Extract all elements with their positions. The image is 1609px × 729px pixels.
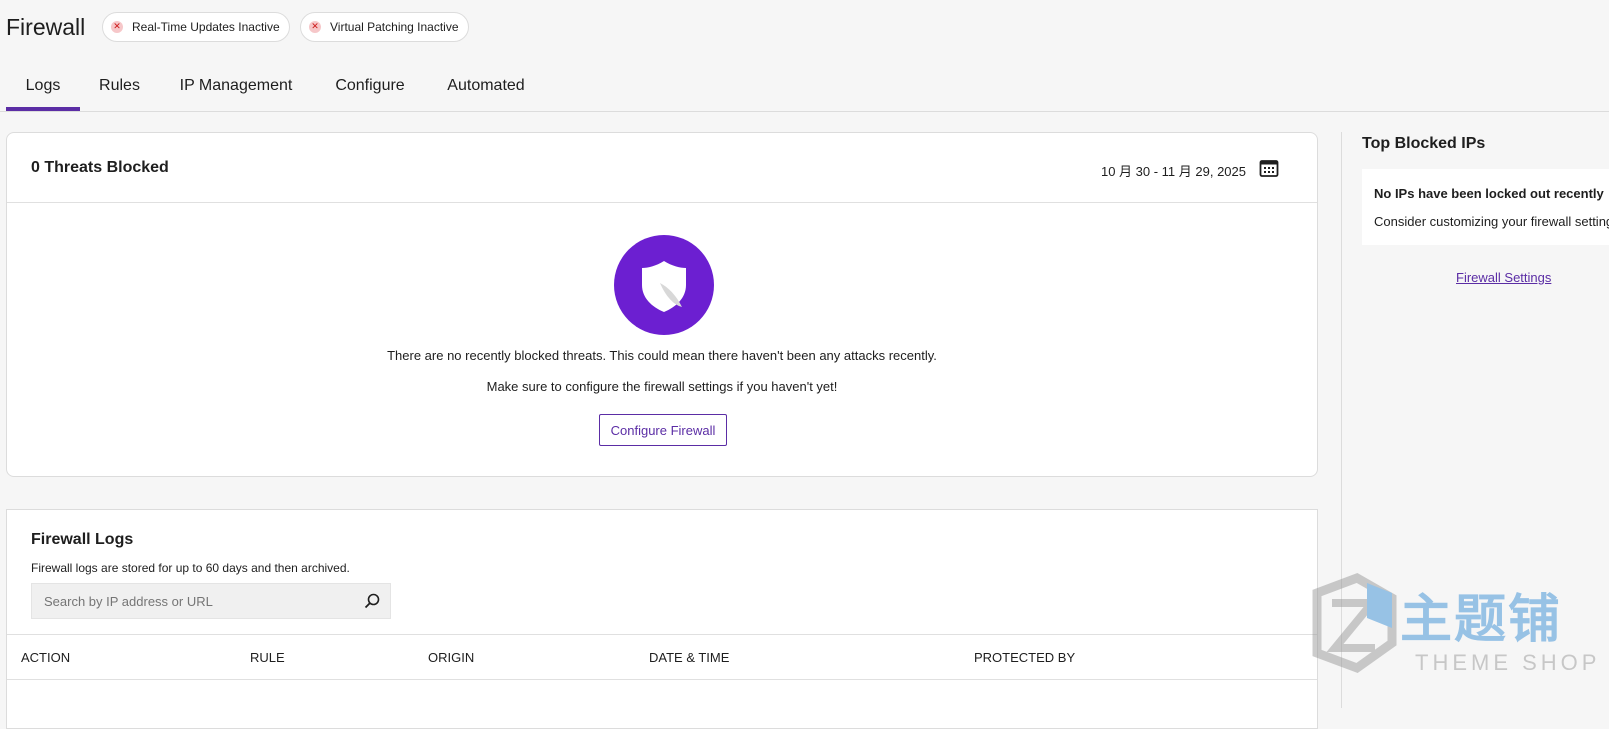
firewall-logs-subtitle: Firewall logs are stored for up to 60 da… <box>31 561 350 575</box>
shield-badge <box>614 235 714 335</box>
page-title: Firewall <box>6 14 86 40</box>
table-header-row: Action Rule Origin Date & Time Protected… <box>7 634 1317 680</box>
firewall-settings-link[interactable]: Firewall Settings <box>1456 270 1551 285</box>
tab-logs[interactable]: Logs <box>6 62 80 111</box>
configure-firewall-button[interactable]: Configure Firewall <box>599 414 727 446</box>
close-circle-icon: ✕ <box>309 21 321 33</box>
firewall-logs-panel: Firewall Logs Firewall logs are stored f… <box>6 509 1318 729</box>
column-protected-by[interactable]: Protected By <box>974 650 1075 665</box>
tab-ip-management[interactable]: IP Management <box>171 62 301 110</box>
watermark-english: THEME SHOP <box>1415 650 1597 675</box>
column-date-time[interactable]: Date & Time <box>649 650 729 665</box>
empty-message: There are no recently blocked threats. T… <box>387 348 937 363</box>
firewall-logs-title: Firewall Logs <box>31 531 134 548</box>
real-time-updates-badge[interactable]: ✕ Real-Time Updates Inactive <box>102 12 290 42</box>
top-blocked-ips-title: Top Blocked IPs <box>1362 135 1486 152</box>
tab-bar: Logs Rules IP Management Configure Autom… <box>0 62 1609 112</box>
badge-label: Real-Time Updates Inactive <box>132 20 280 34</box>
threats-card-header: 0 Threats Blocked 10 月 30 - 11 月 29, 202… <box>7 133 1317 203</box>
column-origin[interactable]: Origin <box>428 650 474 665</box>
threats-card: 0 Threats Blocked 10 月 30 - 11 月 29, 202… <box>6 132 1318 477</box>
tab-configure[interactable]: Configure <box>325 62 415 110</box>
column-rule[interactable]: Rule <box>250 650 285 665</box>
column-action[interactable]: Action <box>21 650 70 665</box>
tab-rules[interactable]: Rules <box>92 62 147 110</box>
watermark-logo <box>1312 573 1397 674</box>
badge-label: Virtual Patching Inactive <box>330 20 459 34</box>
empty-text: Consider customizing your firewall setti… <box>1374 214 1609 229</box>
search-icon[interactable] <box>364 593 380 609</box>
search-box <box>31 583 391 619</box>
close-circle-icon: ✕ <box>111 21 123 33</box>
shield-icon <box>642 261 686 312</box>
date-range[interactable]: 10 月 30 - 11 月 29, 2025 <box>1101 161 1246 180</box>
threats-blocked-title: 0 Threats Blocked <box>31 159 169 176</box>
watermark: 主题铺 THEME SHOP <box>1297 573 1597 683</box>
empty-hint: Make sure to configure the firewall sett… <box>486 379 838 394</box>
search-input[interactable] <box>32 584 376 618</box>
tab-automated[interactable]: Automated <box>438 62 534 110</box>
empty-title: No IPs have been locked out recently <box>1374 186 1604 201</box>
calendar-icon[interactable] <box>1259 158 1279 178</box>
top-blocked-ips-empty: No IPs have been locked out recently Con… <box>1362 169 1609 245</box>
virtual-patching-badge[interactable]: ✕ Virtual Patching Inactive <box>300 12 469 42</box>
watermark-chinese: 主题铺 <box>1400 590 1562 650</box>
